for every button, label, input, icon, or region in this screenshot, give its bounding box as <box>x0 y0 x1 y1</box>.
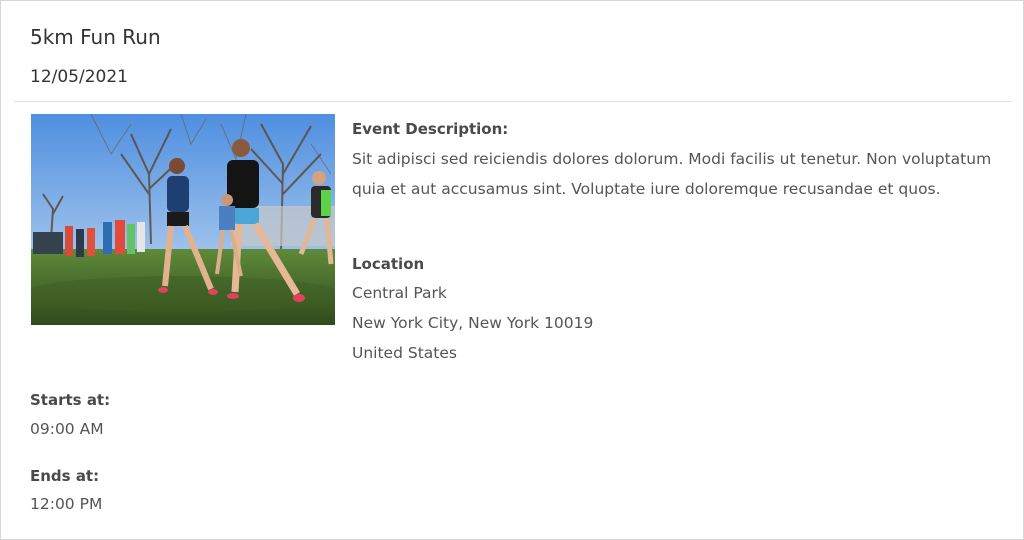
event-photo <box>31 114 335 325</box>
runners-photo-icon <box>31 114 335 325</box>
header-divider <box>14 101 1012 102</box>
location-label: Location <box>352 255 425 273</box>
location-venue: Central Park <box>352 284 447 302</box>
description-text: Sit adipisci sed reiciendis dolores dolo… <box>352 150 992 198</box>
event-date: 12/05/2021 <box>30 67 128 87</box>
starts-label: Starts at: <box>30 391 111 409</box>
ends-value: 12:00 PM <box>30 495 103 513</box>
description-label: Event Description: <box>352 120 509 138</box>
starts-value: 09:00 AM <box>30 420 104 438</box>
event-title: 5km Fun Run <box>30 25 161 49</box>
location-city: New York City, New York 10019 <box>352 314 594 332</box>
location-country: United States <box>352 344 457 362</box>
ends-label: Ends at: <box>30 467 100 485</box>
event-card: 5km Fun Run 12/05/2021 Event Description… <box>0 0 1024 540</box>
